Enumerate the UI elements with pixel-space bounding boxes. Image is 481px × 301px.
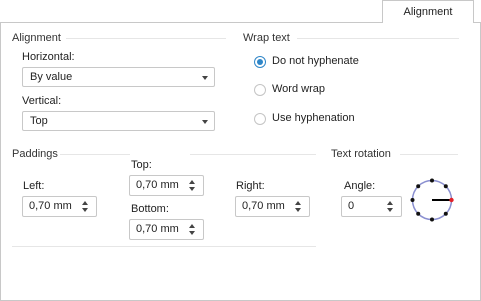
padding-left-value: 0,70 mm: [29, 200, 72, 212]
spinner-arrows-icon[interactable]: [189, 223, 197, 237]
vertical-select-value: Top: [30, 115, 48, 127]
dial-tick-135: [416, 184, 421, 189]
padding-left-stepper[interactable]: 0,70 mm: [22, 196, 97, 217]
chevron-down-icon: [202, 76, 208, 80]
padding-bottom-stepper[interactable]: 0,70 mm: [129, 219, 204, 240]
dial-tick-270: [430, 217, 434, 222]
padding-right-value: 0,70 mm: [242, 200, 285, 212]
horizontal-select[interactable]: By value: [22, 67, 215, 87]
padding-right-stepper[interactable]: 0,70 mm: [235, 196, 310, 217]
radio-unchecked-icon: [254, 84, 266, 96]
padding-right-label: Right:: [236, 180, 265, 192]
vertical-label: Vertical:: [22, 95, 62, 107]
alignment-section-title: Alignment: [12, 32, 61, 44]
radio-checked-icon: [254, 56, 266, 68]
angle-label: Angle:: [344, 180, 376, 192]
paddings-divider-right: [190, 154, 316, 155]
paddings-divider-left: [60, 154, 130, 155]
spinner-arrows-icon[interactable]: [189, 179, 197, 193]
radio-label: Word wrap: [272, 83, 325, 95]
horizontal-select-value: By value: [30, 71, 73, 83]
alignment-panel: [0, 22, 481, 301]
radio-use-hyphenation[interactable]: Use hyphenation: [254, 112, 404, 126]
rotation-divider: [400, 154, 458, 155]
chevron-down-icon: [202, 120, 208, 124]
dial-tick-0-selected: [449, 197, 454, 203]
angle-value: 0: [348, 200, 355, 212]
dial-tick-225: [416, 211, 421, 216]
dial-tick-180: [410, 198, 415, 202]
spinner-arrows-icon[interactable]: [82, 200, 90, 214]
padding-top-stepper[interactable]: 0,70 mm: [129, 175, 204, 196]
padding-top-value: 0,70 mm: [136, 179, 179, 191]
horizontal-label: Horizontal:: [22, 51, 75, 63]
dial-tick-45: [443, 184, 448, 189]
radio-do-not-hyphenate[interactable]: Do not hyphenate: [254, 55, 404, 69]
padding-bottom-label: Bottom:: [131, 203, 169, 215]
tab-alignment[interactable]: Alignment: [382, 0, 474, 23]
radio-label: Do not hyphenate: [272, 55, 359, 67]
alignment-divider: [66, 38, 226, 39]
padding-left-label: Left:: [23, 180, 45, 192]
radio-label: Use hyphenation: [272, 112, 355, 124]
radio-word-wrap[interactable]: Word wrap: [254, 83, 404, 97]
dial-tick-315: [443, 211, 448, 216]
angle-stepper[interactable]: 0: [341, 196, 402, 217]
wrap-section-title: Wrap text: [243, 32, 290, 44]
rotation-section-title: Text rotation: [331, 148, 391, 160]
rotation-dial-icon[interactable]: [409, 177, 455, 223]
paddings-bottom-divider: [12, 246, 316, 247]
wrap-divider: [297, 38, 459, 39]
paddings-section-title: Paddings: [12, 148, 58, 160]
padding-top-label: Top:: [131, 159, 152, 171]
padding-bottom-value: 0,70 mm: [136, 223, 179, 235]
vertical-select[interactable]: Top: [22, 111, 215, 131]
spinner-arrows-icon[interactable]: [387, 200, 395, 214]
spinner-arrows-icon[interactable]: [295, 200, 303, 214]
dial-tick-90: [430, 178, 434, 183]
radio-unchecked-icon: [254, 113, 266, 125]
